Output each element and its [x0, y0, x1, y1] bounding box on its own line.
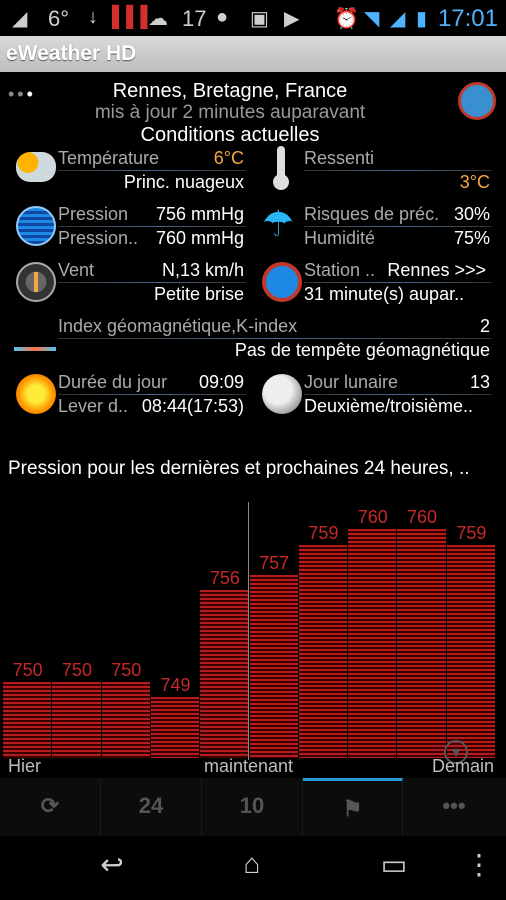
humidity-label: Humidité — [304, 228, 376, 248]
notification-icon: ◢ — [12, 8, 28, 30]
pressure-sea-value: 760 mmHg — [155, 228, 244, 248]
pressure-bar-label: 750 — [111, 659, 142, 680]
back-icon[interactable]: ↩ — [84, 848, 140, 881]
station-label: Station .. — [304, 260, 376, 280]
pressure-bar-label: 749 — [160, 675, 191, 695]
section-title: Conditions actuelles — [140, 124, 320, 146]
menu-icon[interactable]: ⋮ — [464, 848, 494, 881]
axis-label-now: maintenant — [204, 756, 294, 776]
wind-label: Vent — [58, 260, 95, 280]
temperature-value: 6°C — [213, 148, 244, 168]
pressure-bar — [249, 575, 298, 758]
bottom-toolbar: ⟳ 24 10 ⚑ ••• — [0, 778, 506, 836]
map-button[interactable]: ⚑ — [303, 778, 403, 836]
chart-title: Pression pour les dernières et prochaine… — [8, 458, 470, 479]
pressure-bar — [150, 697, 200, 758]
feels-like-label: Ressenti — [304, 148, 375, 168]
pressure-bar — [3, 681, 52, 758]
pressure-bar-label: 750 — [61, 659, 92, 680]
wind-value: N,13 km/h — [161, 260, 244, 280]
wind-description: Petite brise — [153, 284, 244, 304]
status-temp-2: 17 — [182, 6, 207, 31]
status-temp: 6° — [48, 6, 70, 31]
status-bar: ◢ 6° ↓ ▌▌▌ ☁ 17 ● ▣ ▶ ⏰ ◥ ◢ ▮ 17:01 — [0, 0, 506, 36]
cloud-sun-icon — [16, 152, 56, 182]
pressure-bar-label: 760 — [407, 507, 438, 528]
pressure-bar-label: 759 — [456, 522, 487, 543]
precipitation-label: Risques de préc. — [304, 204, 440, 224]
pressure-bar-label: 759 — [308, 522, 339, 543]
pressure-sea-label: Pression.. — [58, 228, 139, 248]
app-title-bar: eWeather HD — [0, 36, 506, 72]
station-updated: 31 minute(s) aupar.. — [304, 284, 465, 304]
more-button[interactable]: ••• — [404, 778, 504, 836]
recent-apps-icon[interactable]: ▭ — [366, 848, 422, 881]
signal-icon: ◢ — [390, 8, 406, 30]
last-updated: mis à jour 2 minutes auparavant — [94, 102, 366, 123]
axis-label-yesterday: Hier — [8, 756, 42, 776]
forecast-10d-button[interactable]: 10 — [202, 778, 303, 836]
status-time: 17:01 — [437, 5, 498, 32]
compass-icon — [16, 262, 56, 302]
pressure-bar — [200, 590, 249, 758]
refresh-button[interactable]: ⟳ — [0, 778, 101, 836]
day-length-label: Durée du jour — [58, 372, 168, 392]
pressure-bar — [397, 529, 446, 758]
geomagnetic-icon — [14, 344, 56, 354]
app-title: eWeather HD — [6, 42, 137, 65]
humidity-value: 75% — [453, 228, 490, 248]
thermometer-icon — [272, 146, 292, 190]
moon-day-value: 13 — [469, 372, 490, 392]
station-link[interactable]: Rennes >>> — [380, 260, 486, 281]
day-length-value: 09:09 — [198, 372, 244, 392]
pressure-bar — [101, 681, 150, 758]
location-name[interactable]: Rennes, Bretagne, France — [0, 80, 460, 103]
home-icon[interactable]: ⌂ — [224, 848, 280, 880]
pressure-bar-label: 760 — [357, 507, 388, 528]
feels-like-value: 3°C — [459, 172, 490, 192]
temperature-label: Température — [58, 148, 160, 168]
pressure-chart[interactable]: 750 750 750 749 756 757 759 760 760 759 — [3, 496, 496, 758]
geomagnetic-value: 2 — [479, 316, 490, 336]
pressure-bar — [52, 681, 101, 758]
now-marker — [248, 502, 249, 760]
barometer-icon — [16, 206, 56, 246]
alarm-icon: ⏰ — [334, 8, 359, 30]
circle-icon: ● — [216, 6, 229, 28]
pressure-bar-label: 756 — [209, 568, 240, 589]
settings-ring-icon[interactable] — [458, 82, 496, 120]
weather-icon: ☁ — [148, 8, 168, 30]
system-nav-bar: ↩ ⌂ ▭ ⋮ — [0, 836, 506, 900]
play-icon: ▶ — [284, 8, 300, 30]
pressure-label: Pression — [58, 204, 129, 224]
geomagnetic-description: Pas de tempête géomagnétique — [234, 340, 490, 360]
pressure-bar — [298, 544, 348, 758]
pressure-bar — [446, 544, 495, 758]
moon-phase: Deuxième/troisième.. — [304, 396, 474, 416]
pressure-bar — [348, 529, 397, 758]
moon-day-label: Jour lunaire — [304, 372, 399, 392]
moon-icon — [262, 374, 302, 414]
battery-icon: ▮ — [416, 8, 428, 30]
umbrella-icon: ☂ — [262, 203, 295, 244]
sunrise-label: Lever d.. — [58, 396, 129, 416]
wifi-icon: ◥ — [364, 8, 380, 30]
monitor-icon: ▣ — [250, 8, 269, 30]
geomagnetic-label: Index géomagnétique,K-index — [58, 316, 298, 336]
pressure-bar-label: 750 — [12, 659, 43, 680]
arrow-down-icon: ↓ — [88, 6, 98, 28]
pressure-value: 756 mmHg — [155, 204, 244, 224]
sun-icon — [16, 374, 56, 414]
forecast-24h-button[interactable]: 24 — [101, 778, 202, 836]
sunrise-value: 08:44(17:53) — [141, 396, 244, 416]
pressure-bar-label: 757 — [259, 553, 290, 573]
station-icon — [262, 262, 302, 302]
sky-condition: Princ. nuageux — [123, 172, 244, 192]
precipitation-value: 30% — [453, 204, 490, 224]
axis-label-tomorrow: Demain — [432, 756, 495, 776]
